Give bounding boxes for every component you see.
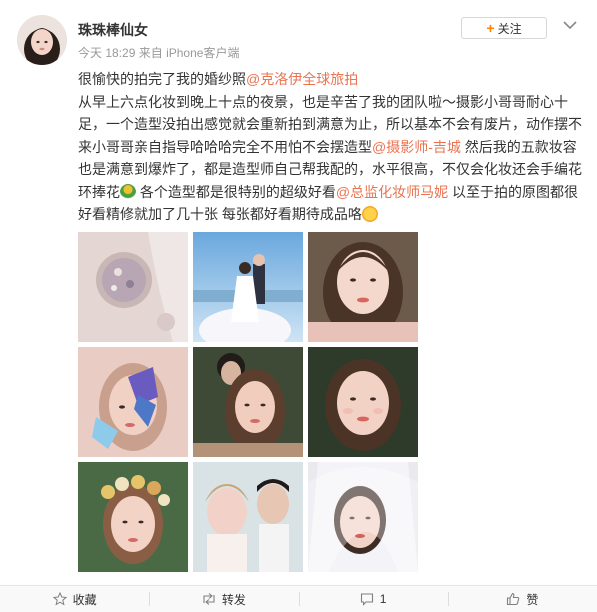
avatar-image [17,15,67,65]
chevron-down-icon[interactable] [560,15,580,35]
weibo-post-card: 珠珠棒仙女 今天 18:29 来自 iPhone客户端 + 关注 很愉快的拍完了… [0,0,597,585]
thumbs-up-icon [507,592,520,606]
photo-thumbnail[interactable] [193,462,303,572]
favorite-button[interactable]: 收藏 [0,586,149,612]
follow-button[interactable]: + 关注 [461,17,547,39]
star-icon [52,592,67,606]
mention-link[interactable]: @总监化妆师马妮 [336,184,448,200]
post-source[interactable]: iPhone客户端 [166,46,239,60]
comment-count: 1 [379,592,387,606]
post-time[interactable]: 今天 18:29 [78,46,135,60]
photo-thumbnail[interactable] [78,462,188,572]
photo-thumbnail[interactable] [193,347,303,457]
follow-label: 关注 [497,21,522,36]
comment-icon [360,593,373,606]
mention-link[interactable]: @克洛伊全球旅拍 [246,71,358,87]
like-button[interactable]: 赞 [447,586,597,612]
plus-icon: + [486,20,495,36]
user-nickname[interactable]: 珠珠棒仙女 [78,20,148,40]
favorite-label: 收藏 [72,592,97,607]
photo-thumbnail[interactable] [78,347,188,457]
post-meta: 今天 18:29 来自 iPhone客户端 [78,44,239,61]
source-prefix: 来自 [138,46,163,60]
avatar[interactable] [17,15,67,65]
repost-icon [203,593,215,605]
photo-thumbnail[interactable] [308,462,418,572]
photo-thumbnail[interactable] [308,347,418,457]
photo-grid [78,232,418,572]
photo-thumbnail[interactable] [193,232,303,342]
clapping-emoji-icon [361,206,378,222]
like-label: 赞 [526,592,539,607]
mention-link[interactable]: @摄影师-吉城 [372,139,461,155]
repost-button[interactable]: 转发 [149,586,298,612]
bouquet-emoji-icon [120,183,136,200]
action-bar: 收藏 转发 1 赞 [0,585,597,612]
text-line-1: 很愉快的拍完了我的婚纱照 [78,71,246,87]
repost-label: 转发 [221,592,246,607]
comment-button[interactable]: 1 [298,586,448,612]
text-para-3: 各个造型都是很特别的超级好看 [136,183,336,200]
photo-thumbnail[interactable] [308,232,418,342]
photo-thumbnail[interactable] [78,232,188,342]
post-text: 很愉快的拍完了我的婚纱照@克洛伊全球旅拍 从早上六点化妆到晚上十点的夜景，也是辛… [78,68,583,226]
